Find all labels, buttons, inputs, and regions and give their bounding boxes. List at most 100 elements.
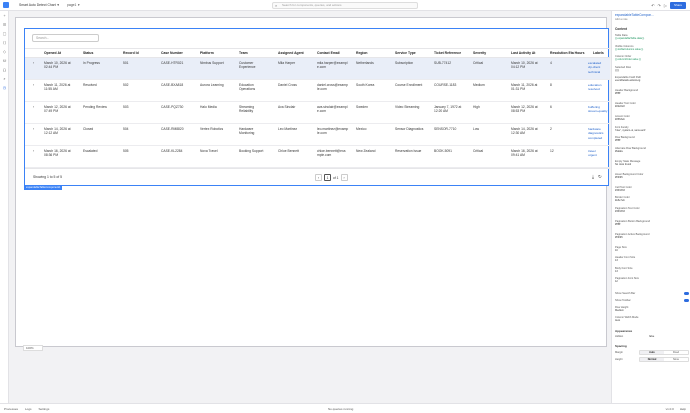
state-icon[interactable]: ◇ xyxy=(0,47,9,56)
property-value[interactable]: #2563eb xyxy=(615,118,689,121)
property-field[interactable]: Hover Background Color #f3f4f6 xyxy=(615,173,689,179)
column-header[interactable]: Service Type xyxy=(395,49,416,58)
property-value[interactable]: #e5e7eb xyxy=(615,199,689,202)
property-field[interactable]: Selected Row{{ }} xyxy=(615,66,689,72)
column-header[interactable]: Team xyxy=(239,49,248,58)
property-field[interactable]: Header Text Color #222222 xyxy=(615,102,689,108)
hidden-field[interactable]: Hidden false xyxy=(615,335,689,338)
select-value[interactable]: Medium xyxy=(615,309,689,312)
property-value[interactable]: 'Inter', system-ui, sans-serif xyxy=(615,129,689,132)
page-selector[interactable]: page1 ▾ xyxy=(67,3,80,7)
property-field[interactable]: Body Font Size 13 xyxy=(615,267,689,273)
add-component-icon[interactable]: + xyxy=(0,11,9,20)
property-field[interactable]: Column Order{{ columnOrder.value }} xyxy=(615,55,689,61)
preview-icon[interactable]: ▷ xyxy=(664,2,667,9)
column-header[interactable]: Status xyxy=(83,49,93,58)
column-header[interactable]: Region xyxy=(356,49,368,58)
property-value[interactable]: No rows found xyxy=(615,163,689,166)
code-icon[interactable]: {} xyxy=(0,65,9,74)
table-row[interactable]: › March 11, 2026 at 11:55 AM Resolved 502 CA… xyxy=(25,80,610,102)
row-height-select[interactable]: Row Height Medium xyxy=(615,306,689,312)
property-field[interactable]: Visible Columns{{ visibleColumns.value }… xyxy=(615,45,689,51)
property-value[interactable]: #f3f4f6 xyxy=(615,236,689,239)
property-value[interactable]: {{ visibleColumns.value }} xyxy=(615,48,689,51)
table-row[interactable]: › March 12, 2026 at 07:49 PM Pending Revie… xyxy=(25,102,610,124)
expandable-table[interactable]: Search... Opened At Status Record Id Cas… xyxy=(24,28,610,186)
property-value[interactable]: #ffffff xyxy=(615,223,689,226)
property-value[interactable]: #ffffff xyxy=(615,92,689,95)
column-header[interactable]: Opened At xyxy=(44,49,61,58)
history-icon[interactable]: ◷ xyxy=(0,83,9,92)
layers-icon[interactable]: ☰ xyxy=(0,20,9,29)
column-width-select[interactable]: Column Width Mode Auto xyxy=(615,316,689,322)
hidden-value[interactable]: false xyxy=(649,335,689,338)
property-field[interactable]: Font Family 'Inter', system-ui, sans-seri… xyxy=(615,126,689,132)
toggle-field[interactable]: Show Toolbar xyxy=(615,299,689,303)
app-name-dropdown[interactable]: Smart Auto Detect Chart ▾ xyxy=(19,3,59,7)
prev-page-button[interactable]: ‹ xyxy=(315,174,322,181)
column-header[interactable]: Labels xyxy=(593,49,604,58)
property-value[interactable]: 13 xyxy=(615,259,689,262)
column-header[interactable]: Ticket Reference xyxy=(434,49,461,58)
property-value[interactable]: #222222 xyxy=(615,105,689,108)
tab-content[interactable]: Content xyxy=(615,27,627,31)
property-value[interactable]: 13 xyxy=(615,270,689,273)
component-name[interactable]: expandableTableCompon... xyxy=(615,13,654,17)
queries-icon[interactable]: ⟨⟩ xyxy=(0,38,9,47)
segment-option[interactable]: Auto xyxy=(640,351,664,354)
database-icon[interactable]: ⛁ xyxy=(0,56,9,65)
expand-row-icon[interactable]: › xyxy=(33,61,34,65)
pages-icon[interactable]: ▢ xyxy=(0,29,9,38)
search-icon[interactable]: ⌕ xyxy=(0,74,9,83)
segmented-control[interactable]: Auto Fixed xyxy=(639,350,689,355)
property-field[interactable]: Pagination Text Color #333333 xyxy=(615,207,689,213)
property-value[interactable]: 10 xyxy=(615,249,689,252)
expand-row-icon[interactable]: › xyxy=(33,83,34,87)
property-field[interactable]: Pagination Font Size 12 xyxy=(615,277,689,283)
property-field[interactable]: Border Color #e5e7eb xyxy=(615,196,689,202)
property-value[interactable]: {{ expandableTable.data }} xyxy=(615,37,689,40)
expand-row-icon[interactable]: › xyxy=(33,105,34,109)
segment-option[interactable]: Fixed xyxy=(664,351,688,354)
property-field[interactable]: Pagination Button Background #ffffff xyxy=(615,220,689,226)
column-header[interactable]: Last Activity At xyxy=(511,49,535,58)
property-field[interactable]: Accent Color #2563eb xyxy=(615,115,689,121)
column-header[interactable]: Resolution Eta Hours xyxy=(550,49,584,58)
property-value[interactable]: #333333 xyxy=(615,189,689,192)
undo-icon[interactable]: ↶ xyxy=(651,2,654,9)
table-row[interactable]: › March 16, 2026 at 08:36 PM Escalated 505 C… xyxy=(25,146,610,168)
column-header[interactable]: Record Id xyxy=(123,49,139,58)
expand-row-icon[interactable]: › xyxy=(33,149,34,153)
property-field[interactable]: Empty State Message No rows found xyxy=(615,160,689,166)
property-value[interactable]: {{ columnOrder.value }} xyxy=(615,58,689,61)
property-value[interactable]: #333333 xyxy=(615,210,689,213)
property-field[interactable]: Pagination Active Background #f3f4f6 xyxy=(615,233,689,239)
next-page-button[interactable]: › xyxy=(340,174,348,181)
app-logo[interactable] xyxy=(0,0,11,11)
property-value[interactable]: 12 xyxy=(615,280,689,283)
column-header[interactable]: Assigned Agent xyxy=(278,49,304,58)
property-field[interactable]: Header Font Size 13 xyxy=(615,256,689,262)
redo-icon[interactable]: ↷ xyxy=(658,2,661,9)
property-field[interactable]: Row Background #ffffff xyxy=(615,136,689,142)
property-value[interactable]: #fafafa xyxy=(615,150,689,153)
property-value[interactable]: #ffffff xyxy=(615,139,689,142)
property-field[interactable]: Page Size 10 xyxy=(615,246,689,252)
property-field[interactable]: Expandable Field Path eventDetails.action… xyxy=(615,76,689,82)
toggle-switch[interactable] xyxy=(684,292,689,296)
processes-tab[interactable]: Processes xyxy=(4,407,18,411)
property-field[interactable]: Alternate Row Background #fafafa xyxy=(615,147,689,153)
add-note[interactable]: Add a note xyxy=(615,18,628,22)
zoom-control[interactable]: 100% xyxy=(23,345,43,351)
column-header[interactable]: Platform xyxy=(200,49,214,58)
property-field[interactable]: Table Data{{ expandableTable.data }} xyxy=(615,34,689,40)
property-field[interactable]: Cell Text Color #333333 xyxy=(615,186,689,192)
expand-row-icon[interactable]: › xyxy=(33,127,34,131)
download-icon[interactable]: ⤓ xyxy=(592,174,594,180)
logs-tab[interactable]: Logs xyxy=(25,407,32,411)
global-search-input[interactable]: ⌕ Search for components, queries, and ac… xyxy=(272,2,418,9)
table-row[interactable]: › March 10, 2026 at 02:44 PM In Progress 50… xyxy=(25,58,610,80)
property-field[interactable]: Header Background #ffffff xyxy=(615,89,689,95)
toggle-field[interactable]: Show Search Bar xyxy=(615,292,689,296)
select-value[interactable]: Auto xyxy=(615,319,689,322)
